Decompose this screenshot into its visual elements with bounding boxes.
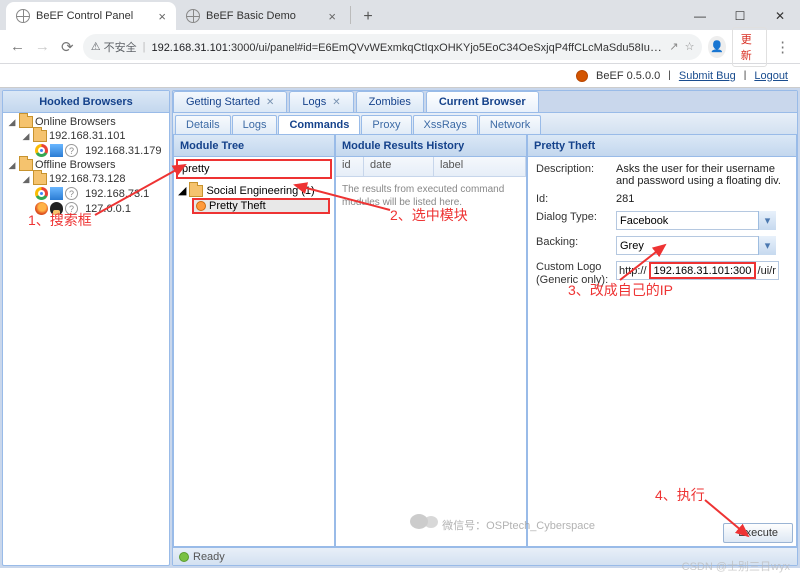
subtab-logs[interactable]: Logs (232, 115, 278, 134)
folder-icon (189, 185, 203, 197)
dialog-type-select[interactable] (616, 211, 776, 230)
logo-label: Custom Logo (Generic only): (536, 261, 616, 287)
module-results-panel: Module Results History id date label The… (335, 135, 527, 547)
status-bar: Ready (173, 547, 797, 565)
browser-tab-active[interactable]: BeEF Control Panel × (6, 2, 176, 30)
address-bar[interactable]: ⚠ 不安全 | 192.168.31.101:3000/ui/panel#id=… (83, 34, 703, 60)
close-icon[interactable]: × (158, 9, 166, 24)
logo-suffix: /ui/r (756, 265, 778, 277)
dialog-label: Dialog Type: (536, 211, 616, 223)
share-icon[interactable]: ↗ (669, 40, 678, 53)
id-value: 281 (616, 193, 788, 205)
logo-prefix: http:// (617, 265, 649, 277)
submit-bug-link[interactable]: Submit Bug (679, 70, 736, 82)
question-icon: ? (65, 187, 78, 200)
insecure-badge: ⚠ 不安全 (91, 39, 137, 55)
execute-button[interactable]: Execute (723, 523, 793, 543)
main-panel: Getting Started✕ Logs✕ Zombies Current B… (172, 90, 798, 566)
app-header: BeEF 0.5.0.0 | Submit Bug | Logout (0, 64, 800, 88)
new-tab-button[interactable]: + (355, 4, 381, 30)
question-icon: ? (65, 202, 78, 215)
url-text: 192.168.31.101:3000/ui/panel#id=E6EmQVvW… (151, 40, 663, 54)
update-button[interactable]: 更新 (732, 27, 767, 67)
module-folder[interactable]: ◢Social Engineering (1) (178, 183, 330, 198)
module-tree-panel: Module Tree ◢Social Engineering (1) Pret… (173, 135, 335, 547)
back-button[interactable]: ← (8, 35, 27, 59)
offline-browsers-node[interactable]: ◢Offline Browsers (5, 158, 167, 172)
tab-title: BeEF Basic Demo (206, 10, 322, 22)
linux-icon (50, 202, 63, 215)
subtab-xssrays[interactable]: XssRays (413, 115, 478, 134)
tab-current-browser[interactable]: Current Browser (426, 91, 539, 112)
backing-select[interactable] (616, 236, 776, 255)
panel-title: Hooked Browsers (3, 91, 169, 113)
globe-icon (186, 9, 200, 23)
desc-label: Description: (536, 163, 616, 175)
subtab-commands[interactable]: Commands (278, 115, 360, 134)
menu-button[interactable]: ⋮ (773, 35, 792, 59)
close-icon[interactable]: × (328, 9, 336, 24)
history-empty-msg: The results from executed command module… (336, 177, 526, 215)
online-browsers-node[interactable]: ◢Online Browsers (5, 115, 167, 129)
module-detail-panel: Pretty Theft Description:Asks the user f… (527, 135, 797, 547)
subtab-network[interactable]: Network (479, 115, 541, 134)
close-icon[interactable]: ✕ (332, 97, 340, 108)
tree-browser[interactable]: ? 127.0.0.1 (33, 201, 167, 216)
panel-title: Pretty Theft (528, 135, 796, 157)
status-dot-icon (179, 552, 189, 562)
hooked-browsers-panel: Hooked Browsers ◢Online Browsers ◢192.16… (2, 90, 170, 566)
module-item-pretty-theft[interactable]: Pretty Theft (192, 198, 330, 214)
panel-title: Module Results History (336, 135, 526, 157)
tree-host[interactable]: ◢192.168.31.101 (19, 129, 167, 143)
browser-tab[interactable]: BeEF Basic Demo × (176, 2, 346, 30)
maximize-button[interactable]: ☐ (720, 2, 760, 30)
top-tabs: Getting Started✕ Logs✕ Zombies Current B… (173, 91, 797, 113)
subtab-details[interactable]: Details (175, 115, 231, 134)
forward-button[interactable]: → (33, 35, 52, 59)
windows-icon (50, 144, 63, 157)
firefox-icon (35, 202, 48, 215)
backing-label: Backing: (536, 236, 616, 248)
beef-logo-icon (576, 70, 588, 82)
chrome-icon (35, 144, 48, 157)
version-label: BeEF 0.5.0.0 (596, 70, 660, 82)
star-icon[interactable]: ☆ (685, 40, 695, 53)
module-search-input[interactable] (176, 159, 332, 179)
folder-icon (19, 116, 33, 128)
minimize-button[interactable]: — (680, 2, 720, 30)
id-label: Id: (536, 193, 616, 205)
question-icon: ? (65, 144, 78, 157)
tree-host[interactable]: ◢192.168.73.128 (19, 172, 167, 186)
tree-browser[interactable]: ? 192.168.73.1 (33, 186, 167, 201)
chrome-icon (35, 187, 48, 200)
folder-icon (33, 173, 47, 185)
close-icon[interactable]: ✕ (266, 97, 274, 108)
folder-icon (33, 130, 47, 142)
reload-button[interactable]: ⟳ (58, 35, 77, 59)
tab-zombies[interactable]: Zombies (356, 91, 424, 112)
logout-link[interactable]: Logout (754, 70, 788, 82)
browser-chrome: BeEF Control Panel × BeEF Basic Demo × +… (0, 0, 800, 64)
tab-title: BeEF Control Panel (36, 10, 152, 22)
tree-browser[interactable]: ? 192.168.31.179 (33, 143, 167, 158)
custom-logo-input[interactable] (649, 262, 756, 279)
status-bullet-icon (196, 201, 206, 211)
sub-tabs: Details Logs Commands Proxy XssRays Netw… (173, 113, 797, 135)
desc-value: Asks the user for their username and pas… (616, 163, 788, 187)
history-columns: id date label (336, 157, 526, 177)
tab-logs-top[interactable]: Logs✕ (289, 91, 353, 112)
subtab-proxy[interactable]: Proxy (361, 115, 411, 134)
windows-icon (50, 187, 63, 200)
close-window-button[interactable]: ✕ (760, 2, 800, 30)
folder-icon (19, 159, 33, 171)
globe-icon (16, 9, 30, 23)
tab-getting-started[interactable]: Getting Started✕ (173, 91, 287, 112)
panel-title: Module Tree (174, 135, 334, 157)
profile-avatar[interactable]: 👤 (708, 36, 725, 58)
